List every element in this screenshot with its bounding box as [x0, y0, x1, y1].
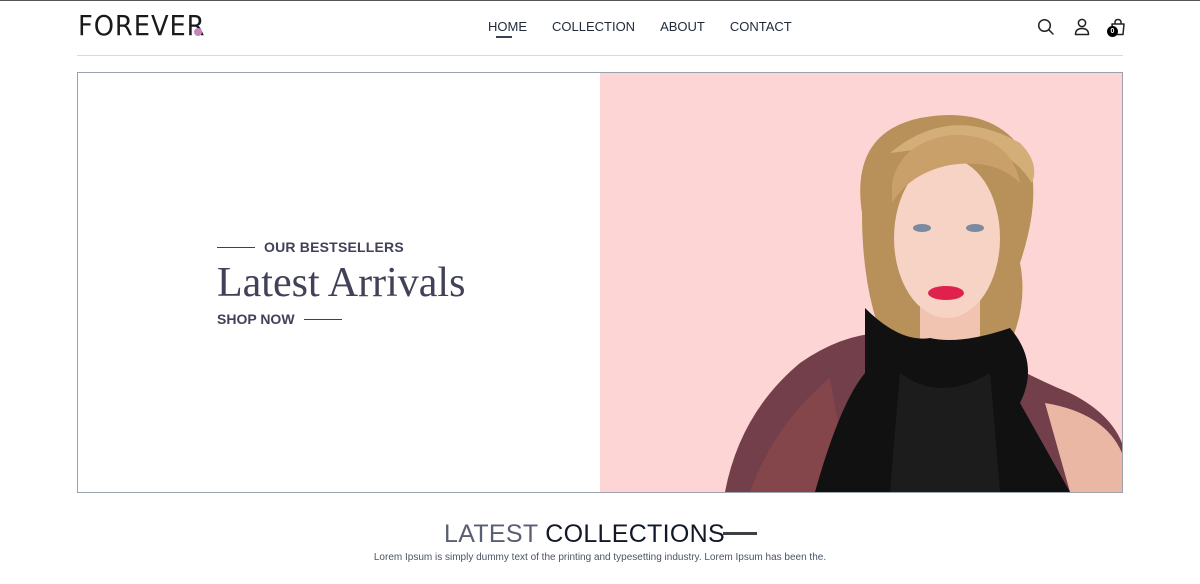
- nav-link-collection[interactable]: COLLECTION: [552, 19, 635, 34]
- user-icon[interactable]: [1073, 18, 1091, 36]
- user-icon-svg: [1074, 18, 1090, 36]
- cart-icon[interactable]: 0: [1107, 18, 1127, 37]
- nav-link-home[interactable]: HOME: [488, 19, 527, 38]
- nav-active-underline: [496, 36, 512, 38]
- nav-link-home-label: HOME: [488, 19, 527, 34]
- shop-now-link[interactable]: SHOP NOW: [217, 311, 342, 327]
- nav-link-contact[interactable]: CONTACT: [730, 19, 792, 34]
- hero-tag-label: OUR BESTSELLERS: [264, 239, 404, 255]
- heading-divider: [723, 532, 757, 535]
- cart-count-badge: 0: [1107, 26, 1118, 37]
- hero-banner: OUR BESTSELLERS Latest Arrivals SHOP NOW: [77, 72, 1123, 493]
- hero-tag: OUR BESTSELLERS: [217, 239, 404, 255]
- hero-text-panel: OUR BESTSELLERS Latest Arrivals SHOP NOW: [78, 73, 600, 492]
- latest-collections-heading: LATEST COLLECTIONS: [444, 520, 725, 549]
- navbar: FOREVER HOME COLLECTION ABOUT CONTACT 0: [77, 1, 1125, 56]
- heading-collections: COLLECTIONS: [545, 520, 725, 548]
- nav-links: HOME COLLECTION ABOUT CONTACT: [488, 19, 792, 38]
- shop-now-divider: [303, 318, 342, 320]
- logo[interactable]: FOREVER: [78, 9, 206, 42]
- search-icon[interactable]: [1037, 18, 1055, 36]
- model-illustration: [725, 115, 1122, 492]
- shop-now-label: SHOP NOW: [217, 311, 295, 327]
- nav-link-collection-label: COLLECTION: [552, 19, 636, 34]
- heading-latest: LATEST: [444, 520, 538, 548]
- hero-image: [600, 73, 1122, 492]
- hero-title: Latest Arrivals: [217, 260, 466, 306]
- nav-link-about[interactable]: ABOUT: [660, 19, 705, 34]
- logo-dot: [194, 28, 202, 36]
- tag-divider: [217, 246, 255, 248]
- nav-link-contact-label: CONTACT: [729, 19, 792, 34]
- latest-collections-description: Lorem Ipsum is simply dummy text of the …: [373, 552, 827, 563]
- search-icon-svg: [1037, 18, 1054, 35]
- nav-link-about-label: ABOUT: [660, 19, 705, 34]
